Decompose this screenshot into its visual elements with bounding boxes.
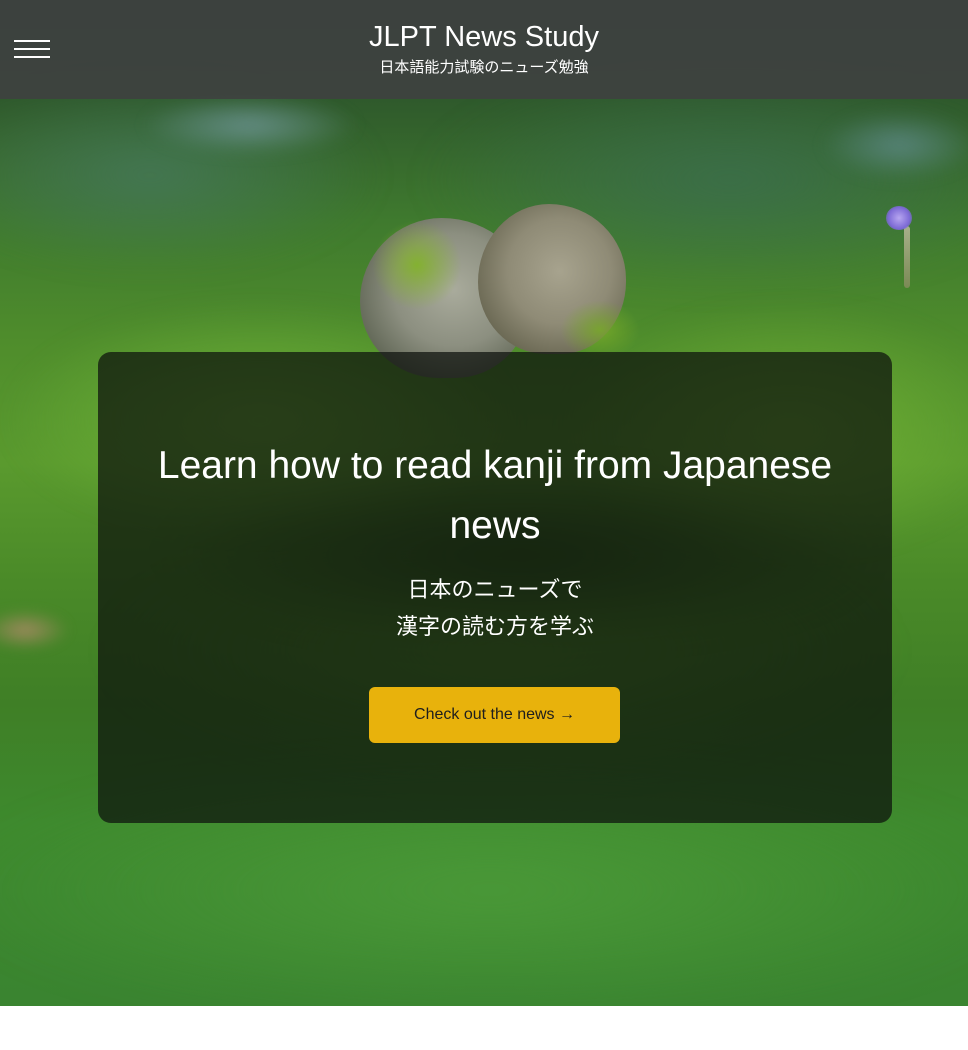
background-sky-patch [820, 110, 968, 180]
background-sky-patch [140, 95, 360, 155]
page-content-start [0, 1006, 968, 1050]
hero-japanese-line-1: 日本のニューズで [407, 578, 583, 603]
hero-japanese-line-2: 漢字の読む方を学ぶ [395, 615, 594, 640]
stone-moss [372, 220, 462, 310]
site-title-link[interactable]: JLPT News Study [0, 18, 968, 56]
hero-card: Learn how to read kanji from Japanese ne… [98, 352, 892, 823]
site-header: JLPT News Study 日本語能力試験のニューズ勉強 [0, 0, 968, 99]
site-subtitle: 日本語能力試験のニューズ勉強 [379, 58, 589, 76]
check-out-news-button[interactable]: Check out the news → [369, 687, 620, 743]
hero-japanese-tagline: 日本のニューズで 漢字の読む方を学ぶ [138, 572, 852, 646]
fallen-leaf [0, 610, 70, 650]
page: JLPT News Study 日本語能力試験のニューズ勉強 Learn how… [0, 0, 968, 1050]
flower-stem [904, 226, 910, 288]
stone-moss [560, 300, 640, 360]
purple-flower [886, 206, 912, 230]
hero-heading: Learn how to read kanji from Japanese ne… [157, 444, 833, 547]
